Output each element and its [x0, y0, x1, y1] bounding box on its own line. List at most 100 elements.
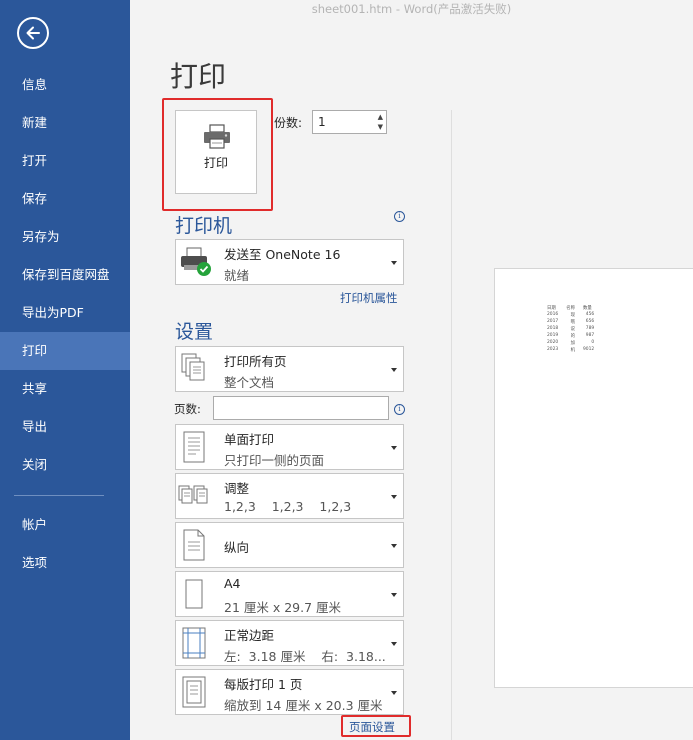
pages-per-sheet-dropdown[interactable]: 每版打印 1 页 缩放到 14 厘米 x 20.3 厘米 — [175, 669, 404, 715]
chevron-down-icon — [391, 642, 397, 646]
preview-table: 日期 名称 数量 2016 现 456 2017 哦 656 2018 说 78… — [543, 304, 598, 353]
nav-save-as[interactable]: 另存为 — [0, 218, 130, 256]
sides-title: 单面打印 — [224, 432, 275, 447]
highlight-page-setup — [341, 715, 411, 737]
nav-export-pdf[interactable]: 导出为PDF — [0, 294, 130, 332]
table-header: 数量 — [582, 305, 592, 311]
table-header: 名称 — [566, 305, 575, 311]
table-row: 2023 机 9012 — [543, 346, 598, 353]
nav-share[interactable]: 共享 — [0, 370, 130, 408]
copies-label: 份数: — [274, 116, 303, 130]
table-cell: 456 — [585, 312, 595, 317]
table-cell: 656 — [585, 319, 595, 324]
table-cell: 加 — [570, 340, 575, 346]
table-cell: 说 — [570, 326, 575, 332]
table-header: 日期 — [547, 305, 556, 311]
pages-per-sheet-subtitle: 缩放到 14 厘米 x 20.3 厘米 — [224, 698, 383, 713]
chevron-down-icon — [391, 446, 397, 450]
printer-ready-icon — [181, 247, 211, 276]
nav-open[interactable]: 打开 — [0, 142, 130, 180]
nav-print[interactable]: 打印 — [0, 332, 130, 370]
table-cell: 哦 — [570, 319, 575, 325]
orientation-dropdown[interactable]: 纵向 — [175, 522, 404, 568]
chevron-down-icon — [391, 495, 397, 499]
table-cell: 2016 — [547, 312, 559, 317]
table-row: 2017 哦 656 — [543, 318, 598, 325]
nav-close[interactable]: 关闭 — [0, 446, 130, 484]
collate-title: 调整 — [224, 481, 250, 496]
back-arrow-icon — [26, 26, 40, 40]
chevron-down-icon — [391, 368, 397, 372]
table-row: 2016 现 456 — [543, 311, 598, 318]
printer-dropdown[interactable]: 发送至 OneNote 16 就绪 — [175, 239, 404, 285]
print-pane: sheet001.htm - Word(产品激活失败) 打印 打印 份数: 1 … — [130, 0, 693, 740]
chevron-down-icon — [391, 544, 397, 548]
table-cell: 2018 — [547, 326, 559, 331]
sides-subtitle: 只打印一侧的页面 — [224, 453, 325, 468]
nav-new[interactable]: 新建 — [0, 104, 130, 142]
printer-name: 发送至 OneNote 16 — [224, 247, 341, 262]
copies-value: 1 — [318, 115, 326, 129]
collate-dropdown[interactable]: 调整 1,2,3 1,2,3 1,2,3 — [175, 473, 404, 519]
table-cell: 现 — [570, 312, 575, 318]
pane-divider — [451, 110, 452, 740]
margins-icon — [182, 627, 206, 659]
paper-size-title: A4 — [224, 576, 241, 591]
margins-title: 正常边距 — [224, 628, 275, 643]
sidebar-divider — [14, 495, 104, 496]
spin-up-icon[interactable]: ▲ — [378, 114, 383, 121]
print-range-subtitle: 整个文档 — [224, 375, 275, 390]
chevron-down-icon — [391, 691, 397, 695]
collate-subtitle: 1,2,3 1,2,3 1,2,3 — [224, 499, 352, 514]
table-cell: 2017 — [547, 319, 559, 324]
pages-icon — [181, 353, 205, 381]
table-cell: 9012 — [582, 347, 595, 352]
sides-dropdown[interactable]: 单面打印 只打印一侧的页面 — [175, 424, 404, 470]
table-row: 日期 名称 数量 — [543, 304, 598, 311]
paper-size-dropdown[interactable]: A4 21 厘米 x 29.7 厘米 — [175, 571, 404, 617]
pages-label: 页数: — [174, 402, 201, 416]
copies-input[interactable]: 1 ▲ ▼ — [312, 110, 387, 134]
table-row: 2018 说 789 — [543, 325, 598, 332]
table-cell: 789 — [585, 326, 595, 331]
pages-per-sheet-title: 每版打印 1 页 — [224, 677, 303, 692]
spin-down-icon[interactable]: ▼ — [378, 124, 383, 131]
printer-info-icon[interactable]: i — [394, 211, 405, 222]
table-cell: 机 — [570, 347, 575, 353]
back-button[interactable] — [17, 17, 49, 49]
printer-properties-link[interactable]: 打印机属性 — [340, 290, 398, 306]
table-cell: 2020 — [547, 340, 559, 345]
table-row: 2020 加 0 — [543, 339, 598, 346]
nav-info[interactable]: 信息 — [0, 66, 130, 104]
page-title: 打印 — [170, 60, 227, 93]
orientation-title: 纵向 — [224, 540, 250, 555]
nav-save[interactable]: 保存 — [0, 180, 130, 218]
margins-subtitle: 左: 3.18 厘米 右: 3.18... — [224, 649, 386, 664]
nav-save-to-baidu[interactable]: 保存到百度网盘 — [0, 256, 130, 294]
backstage-sidebar: 信息 新建 打开 保存 另存为 保存到百度网盘 导出为PDF 打印 共享 导出 … — [0, 0, 130, 740]
margins-dropdown[interactable]: 正常边距 左: 3.18 厘米 右: 3.18... — [175, 620, 404, 666]
pages-info-icon[interactable]: i — [394, 404, 405, 415]
table-cell: 2023 — [547, 347, 559, 352]
pages-input[interactable] — [213, 396, 389, 420]
paper-size-subtitle: 21 厘米 x 29.7 厘米 — [224, 600, 342, 615]
table-cell: 2019 — [547, 333, 559, 338]
printer-section-title: 打印机 — [175, 215, 233, 237]
nav-options[interactable]: 选项 — [0, 544, 130, 582]
print-range-dropdown[interactable]: 打印所有页 整个文档 — [175, 346, 404, 392]
table-cell: 987 — [585, 333, 595, 338]
printer-status: 就绪 — [224, 268, 250, 283]
print-range-title: 打印所有页 — [224, 354, 287, 369]
print-preview-page: 日期 名称 数量 2016 现 456 2017 哦 656 2018 说 78… — [494, 268, 693, 688]
portrait-icon — [183, 529, 205, 561]
collate-icon — [178, 485, 208, 504]
paper-size-icon — [185, 579, 203, 609]
one-sided-icon — [183, 431, 205, 463]
pages-per-sheet-icon — [182, 676, 206, 708]
chevron-down-icon — [391, 593, 397, 597]
window-title: sheet001.htm - Word(产品激活失败) — [311, 2, 512, 16]
highlight-print-button — [162, 98, 273, 211]
table-cell: 的 — [570, 333, 575, 339]
nav-export[interactable]: 导出 — [0, 408, 130, 446]
nav-account[interactable]: 帐户 — [0, 506, 130, 544]
